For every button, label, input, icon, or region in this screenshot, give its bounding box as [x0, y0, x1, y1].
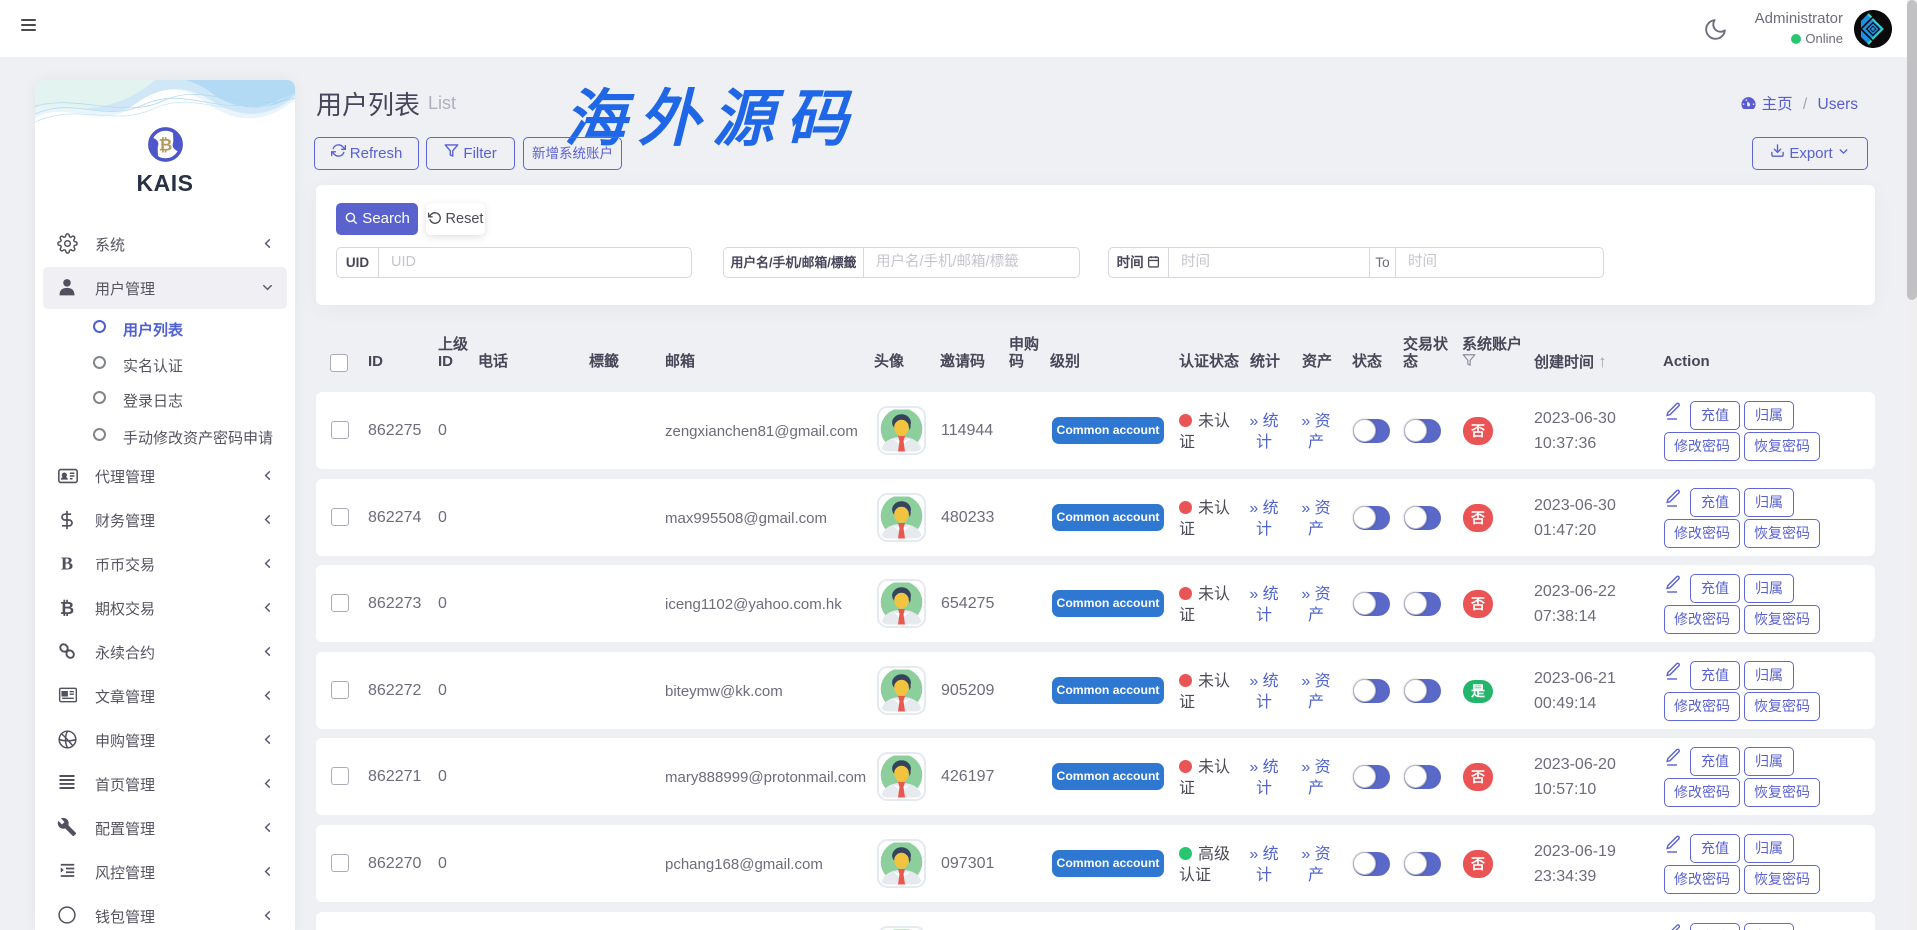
svg-text:₿: ₿: [60, 598, 74, 618]
svg-text:B: B: [61, 553, 73, 573]
svg-text:₿: ₿: [159, 136, 173, 155]
